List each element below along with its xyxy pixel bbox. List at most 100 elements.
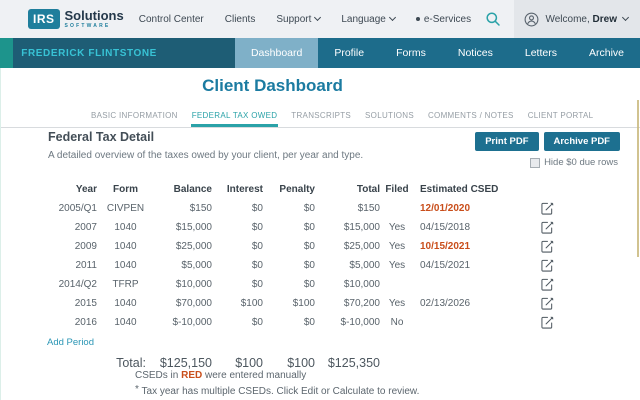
client-tab-profile[interactable]: Profile (318, 38, 380, 68)
search-icon[interactable] (485, 11, 501, 27)
cell-year: 2011 (75, 260, 97, 271)
cell-balance: $25,000 (175, 241, 212, 252)
client-tab-forms[interactable]: Forms (380, 38, 442, 68)
tabstrip-divider (0, 127, 640, 128)
cell-total: $10,000 (343, 279, 380, 290)
tab-federal-tax-owed[interactable]: FEDERAL TAX OWED (190, 106, 279, 127)
nav-control-center[interactable]: Control Center (139, 14, 204, 25)
client-tab-notices[interactable]: Notices (442, 38, 509, 68)
cell-year: 2009 (74, 241, 97, 252)
client-tab-archive[interactable]: Archive (573, 38, 640, 68)
nav-language[interactable]: Language (341, 13, 396, 25)
col-header-estimated-csed: Estimated CSED (420, 183, 499, 195)
client-navigation-bar: FREDERICK FLINTSTONE Dashboard Profile For… (0, 38, 640, 68)
accent-block (0, 38, 14, 68)
edit-icon[interactable] (537, 221, 557, 234)
cell-total: $5,000 (349, 260, 380, 271)
cell-estimated-csed: 04/15/2021 (420, 260, 471, 271)
cell-interest: $100 (240, 298, 263, 309)
client-tab-dashboard[interactable]: Dashboard (234, 38, 319, 68)
chevron-down-icon (388, 13, 396, 22)
bullet-icon (415, 17, 420, 21)
cell-interest: $0 (251, 279, 263, 290)
col-header-total: Total (356, 183, 380, 195)
cell-penalty: $0 (303, 203, 315, 214)
total-balance: $125,150 (159, 356, 212, 370)
table-row: 2011 1040 $5,000 $0 $0 $5,000 Yes 04/15/2021 (0, 256, 580, 275)
add-period-link[interactable]: Add Period (47, 337, 94, 348)
hide-zero-rows: Hide $0 due rows (530, 157, 618, 168)
nav-language-label: Language (341, 13, 386, 25)
cell-balance: $-10,000 (172, 317, 212, 328)
cell-total: $-10,000 (340, 317, 380, 328)
col-header-interest: Interest (226, 183, 263, 195)
nav-support[interactable]: Support (276, 13, 322, 25)
cell-form: 1040 (114, 298, 137, 309)
cell-form: 1040 (114, 222, 137, 233)
table-body: 2005/Q1 CIVPEN $150 $0 $0 $150 12/01/2020 2007 1… (0, 199, 580, 332)
edit-icon[interactable] (537, 316, 557, 329)
cell-interest: $0 (251, 241, 263, 252)
cell-year: 2015 (74, 298, 97, 309)
cell-form: 1040 (114, 260, 137, 271)
dashboard-tabstrip: BASIC INFORMATION FEDERAL TAX OWED TRANSCR… (90, 106, 594, 127)
multiple-cseds-note: * Tax year has multiple CSEDs. Click Edi… (135, 384, 420, 397)
total-total: $125,350 (327, 356, 380, 370)
cell-balance: $150 (189, 203, 212, 214)
tab-basic-information[interactable]: BASIC INFORMATION (90, 106, 179, 127)
user-name: Drew (592, 13, 617, 25)
tab-client-portal[interactable]: CLIENT PORTAL (527, 106, 595, 127)
edit-icon[interactable] (537, 240, 557, 253)
cell-balance: $15,000 (175, 222, 212, 233)
red-emphasis: RED (181, 370, 203, 381)
col-header-year: Year (75, 183, 97, 195)
nav-eservices[interactable]: e-Services (415, 14, 471, 25)
welcome-text: Welcome, Drew (545, 14, 617, 25)
client-name: FREDERICK FLINTSTONE (13, 38, 235, 68)
total-label: Total: (116, 356, 146, 370)
logo-subtitle: SOFTWARE (64, 22, 111, 29)
tab-comments-notes[interactable]: COMMENTS / NOTES (427, 106, 515, 127)
table-row: 2009 1040 $25,000 $0 $0 $25,000 Yes 10/15/2021 (0, 237, 580, 256)
federal-tax-table: Year Form Balance Interest Penalty Total Filed… (0, 181, 580, 371)
nav-support-label: Support (276, 13, 312, 25)
page-title: Client Dashboard (202, 76, 343, 95)
cell-balance: $70,000 (175, 298, 212, 309)
left-edge-artifact (0, 68, 1, 400)
cell-filed: Yes (388, 260, 406, 271)
cell-form: CIVPEN (106, 203, 145, 214)
total-penalty: $100 (287, 356, 315, 370)
cell-filed: Yes (388, 298, 406, 309)
archive-pdf-button[interactable]: Archive PDF (543, 132, 620, 151)
hide-zero-checkbox[interactable] (530, 157, 541, 168)
cell-penalty: $100 (292, 298, 315, 309)
table-row: 2007 1040 $15,000 $0 $0 $15,000 Yes 04/15/2018 (0, 218, 580, 237)
total-interest: $100 (235, 356, 263, 370)
client-tabs: Dashboard Profile Forms Notices Letters Archi… (234, 38, 640, 68)
cell-year: 2014/Q2 (58, 279, 97, 290)
edit-icon[interactable] (537, 278, 557, 291)
cell-total: $15,000 (343, 222, 380, 233)
col-header-penalty: Penalty (279, 183, 315, 195)
cell-interest: $0 (251, 203, 263, 214)
table-row: 2005/Q1 CIVPEN $150 $0 $0 $150 12/01/2020 (0, 199, 580, 218)
edit-icon[interactable] (537, 202, 557, 215)
cell-penalty: $0 (303, 317, 315, 328)
tab-transcripts[interactable]: TRANSCRIPTS (290, 106, 352, 127)
tab-solutions[interactable]: SOLUTIONS (364, 106, 415, 127)
cell-year: 2007 (74, 222, 97, 233)
edit-icon[interactable] (537, 297, 557, 310)
nav-clients[interactable]: Clients (225, 14, 256, 25)
footnotes: CSEDs in RED were entered manually * Tax… (135, 369, 419, 399)
user-menu[interactable]: Welcome, Drew (514, 0, 640, 38)
right-edge-artifact (637, 100, 639, 257)
client-tab-letters[interactable]: Letters (509, 38, 573, 68)
hide-zero-label: Hide $0 due rows (544, 157, 618, 168)
cseds-red-note: CSEDs in RED were entered manually (135, 370, 307, 381)
cell-total: $70,200 (343, 298, 380, 309)
cell-estimated-csed: 02/13/2026 (420, 298, 471, 309)
pdf-buttons: Print PDF Archive PDF (475, 132, 620, 151)
irs-solutions-logo[interactable]: IRS Solutions SOFTWARE (28, 9, 124, 29)
edit-icon[interactable] (537, 259, 557, 272)
print-pdf-button[interactable]: Print PDF (475, 132, 539, 151)
